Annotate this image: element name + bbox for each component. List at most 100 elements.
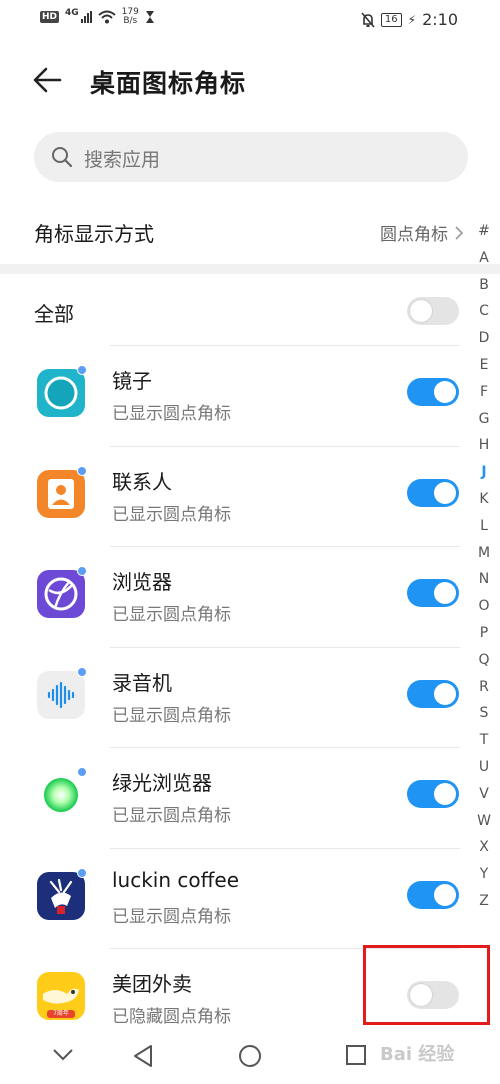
status-left: HD 4G 179 B/s — [40, 8, 155, 26]
index-letter[interactable]: M — [472, 540, 496, 567]
index-letter[interactable]: A — [472, 245, 496, 272]
index-letter[interactable]: Q — [472, 647, 496, 674]
battery-icon: 16 — [380, 12, 402, 27]
header: 桌面图标角标 — [0, 50, 500, 110]
index-letter[interactable]: X — [472, 834, 496, 861]
wifi-icon — [98, 10, 116, 24]
index-letter[interactable]: R — [472, 674, 496, 701]
section-divider — [0, 264, 500, 274]
badge-style-label: 角标显示方式 — [34, 222, 154, 246]
browser-icon — [37, 570, 85, 618]
highlight-box — [363, 945, 490, 1025]
clock: 2:10 — [422, 10, 458, 29]
app-badge-status: 已显示圆点角标 — [112, 806, 231, 826]
hourglass-icon — [145, 11, 154, 23]
net-speed-unit: B/s — [123, 16, 138, 26]
app-row-green-browser: 绿光浏览器 已显示圆点角标 — [0, 747, 500, 848]
index-letter[interactable]: K — [472, 486, 496, 513]
home-circle-icon[interactable] — [238, 1044, 262, 1068]
row-separator — [110, 445, 460, 447]
app-name: 联系人 — [112, 469, 172, 494]
app-toggle-green-browser[interactable] — [407, 780, 459, 808]
row-separator — [110, 747, 460, 748]
toggle-knob — [434, 883, 456, 906]
toggle-knob — [434, 682, 456, 705]
all-apps-toggle[interactable] — [407, 297, 459, 325]
back-triangle-icon[interactable] — [132, 1044, 154, 1068]
app-toggle-luckin-coffee[interactable] — [407, 880, 459, 909]
chevron-down-icon[interactable] — [52, 1048, 74, 1062]
index-letter[interactable]: J — [472, 459, 496, 486]
signal-icon — [80, 11, 92, 23]
badge-dot — [77, 566, 87, 576]
app-toggle-recorder[interactable] — [407, 679, 459, 708]
back-button[interactable] — [30, 62, 66, 98]
contacts-icon — [37, 469, 85, 518]
alphabet-index[interactable]: # A B C D E F G H J K L M N O P Q R S T U V W X Y Z — [472, 218, 496, 915]
row-separator — [110, 646, 460, 648]
search-input[interactable]: 搜索应用 — [34, 132, 468, 182]
mute-bell-icon — [361, 11, 375, 28]
row-separator — [110, 546, 460, 547]
page-title: 桌面图标角标 — [90, 69, 247, 98]
index-letter[interactable]: G — [472, 406, 496, 433]
hd-badge: HD — [40, 11, 60, 23]
index-letter[interactable]: E — [472, 352, 496, 379]
app-badge-status: 已显示圆点角标 — [112, 906, 231, 927]
index-letter[interactable]: L — [472, 513, 496, 540]
meituan-waimai-icon: 7周年 — [37, 972, 85, 1020]
badge-dot — [77, 666, 87, 677]
app-name: luckin coffee — [112, 867, 240, 892]
toggle-knob — [434, 481, 456, 504]
anniversary-tag: 7周年 — [53, 1010, 69, 1017]
badge-dot — [77, 465, 87, 476]
index-letter[interactable]: S — [472, 700, 496, 727]
toggle-knob — [434, 381, 456, 403]
app-name: 浏览器 — [112, 570, 172, 594]
index-letter[interactable]: U — [472, 754, 496, 781]
index-letter[interactable]: W — [472, 808, 496, 835]
badge-style-setting[interactable]: 角标显示方式 圆点角标 — [0, 200, 500, 260]
index-letter[interactable]: O — [472, 593, 496, 620]
badge-dot — [77, 365, 87, 375]
badge-dot — [77, 767, 87, 777]
app-row-browser: 浏览器 已显示圆点角标 — [0, 546, 500, 647]
index-letter[interactable]: H — [472, 432, 496, 459]
index-letter[interactable]: B — [472, 272, 496, 299]
index-letter[interactable]: T — [472, 727, 496, 754]
index-letter[interactable]: Z — [472, 888, 496, 915]
app-badge-status: 已隐藏圆点角标 — [112, 1007, 231, 1027]
index-letter[interactable]: P — [472, 620, 496, 647]
app-row-recorder: 录音机 已显示圆点角标 — [0, 646, 500, 748]
index-letter[interactable]: C — [472, 298, 496, 325]
index-letter[interactable]: V — [472, 781, 496, 808]
index-letter[interactable]: F — [472, 379, 496, 406]
status-bar: HD 4G 179 B/s 16 ⚡ 2:10 — [0, 0, 500, 40]
mirror-icon — [37, 369, 85, 417]
app-badge-status: 已显示圆点角标 — [112, 504, 231, 525]
app-name: 录音机 — [112, 670, 172, 695]
index-letter[interactable]: # — [472, 218, 496, 245]
toggle-knob — [434, 582, 456, 604]
app-name: 绿光浏览器 — [112, 771, 212, 795]
app-badge-status: 已显示圆点角标 — [112, 605, 231, 625]
app-badge-status: 已显示圆点角标 — [112, 705, 231, 726]
net-speed: 179 B/s — [122, 8, 139, 26]
app-list: 镜子 已显示圆点角标 联系人 已显示圆点角标 浏览器 已显示圆点角标 录音机 已… — [0, 345, 500, 1049]
all-apps-row: 全部 — [0, 280, 500, 344]
badge-style-current: 圆点角标 — [380, 225, 448, 245]
app-toggle-contacts[interactable] — [407, 478, 459, 507]
recents-square-icon[interactable] — [345, 1044, 367, 1066]
index-letter[interactable]: Y — [472, 861, 496, 888]
network-type: 4G — [65, 8, 79, 18]
index-letter[interactable]: N — [472, 566, 496, 593]
status-right: 16 ⚡ 2:10 — [361, 10, 458, 29]
app-toggle-browser[interactable] — [407, 579, 459, 607]
charging-icon: ⚡ — [407, 12, 417, 27]
recorder-icon — [37, 670, 85, 719]
toggle-knob — [410, 300, 432, 322]
app-toggle-mirror[interactable] — [407, 378, 459, 406]
row-separator — [110, 345, 460, 346]
app-name: 镜子 — [112, 369, 152, 393]
index-letter[interactable]: D — [472, 325, 496, 352]
